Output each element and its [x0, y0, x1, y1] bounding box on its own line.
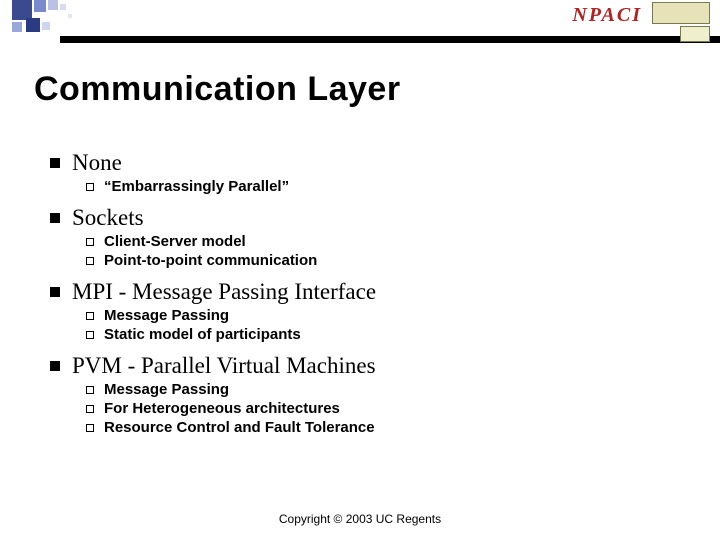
slide-title: Communication Layer	[34, 70, 401, 109]
hollow-square-bullet-icon	[86, 238, 94, 246]
heading-text: None	[72, 150, 122, 176]
section-sockets: Sockets Client-Server model Point-to-poi…	[50, 205, 670, 269]
square-bullet-icon	[50, 287, 60, 297]
list-subitem: Static model of participants	[86, 326, 670, 343]
subitem-text: Point-to-point communication	[104, 252, 317, 269]
hollow-square-bullet-icon	[86, 312, 94, 320]
decor-squares	[12, 0, 122, 36]
subitem-text: Static model of participants	[104, 326, 301, 343]
section-none: None “Embarrassingly Parallel”	[50, 150, 670, 195]
heading-text: PVM - Parallel Virtual Machines	[72, 353, 376, 379]
subitem-text: Client-Server model	[104, 233, 246, 250]
slide-content: None “Embarrassingly Parallel” Sockets C…	[50, 140, 670, 444]
list-subitem: Resource Control and Fault Tolerance	[86, 419, 670, 436]
section-pvm: PVM - Parallel Virtual Machines Message …	[50, 353, 670, 436]
square-bullet-icon	[50, 213, 60, 223]
list-subitem: Message Passing	[86, 307, 670, 324]
list-item: MPI - Message Passing Interface	[50, 279, 670, 305]
list-item: Sockets	[50, 205, 670, 231]
subitem-text: Message Passing	[104, 381, 229, 398]
square-bullet-icon	[50, 361, 60, 371]
header-bar	[60, 36, 720, 43]
subitem-text: “Embarrassingly Parallel”	[104, 178, 289, 195]
section-mpi: MPI - Message Passing Interface Message …	[50, 279, 670, 343]
list-item: None	[50, 150, 670, 176]
list-subitem: Point-to-point communication	[86, 252, 670, 269]
subitem-text: Resource Control and Fault Tolerance	[104, 419, 375, 436]
subitem-text: For Heterogeneous architectures	[104, 400, 340, 417]
copyright-footer: Copyright © 2003 UC Regents	[0, 512, 720, 526]
subitem-text: Message Passing	[104, 307, 229, 324]
logo-text: NPACI	[572, 4, 642, 27]
badge-icon	[652, 2, 712, 42]
heading-text: MPI - Message Passing Interface	[72, 279, 376, 305]
hollow-square-bullet-icon	[86, 331, 94, 339]
hollow-square-bullet-icon	[86, 257, 94, 265]
hollow-square-bullet-icon	[86, 183, 94, 191]
list-subitem: Message Passing	[86, 381, 670, 398]
hollow-square-bullet-icon	[86, 424, 94, 432]
heading-text: Sockets	[72, 205, 144, 231]
hollow-square-bullet-icon	[86, 405, 94, 413]
square-bullet-icon	[50, 158, 60, 168]
list-subitem: “Embarrassingly Parallel”	[86, 178, 670, 195]
list-subitem: Client-Server model	[86, 233, 670, 250]
list-subitem: For Heterogeneous architectures	[86, 400, 670, 417]
hollow-square-bullet-icon	[86, 386, 94, 394]
header-decor: NPACI	[0, 0, 720, 44]
list-item: PVM - Parallel Virtual Machines	[50, 353, 670, 379]
